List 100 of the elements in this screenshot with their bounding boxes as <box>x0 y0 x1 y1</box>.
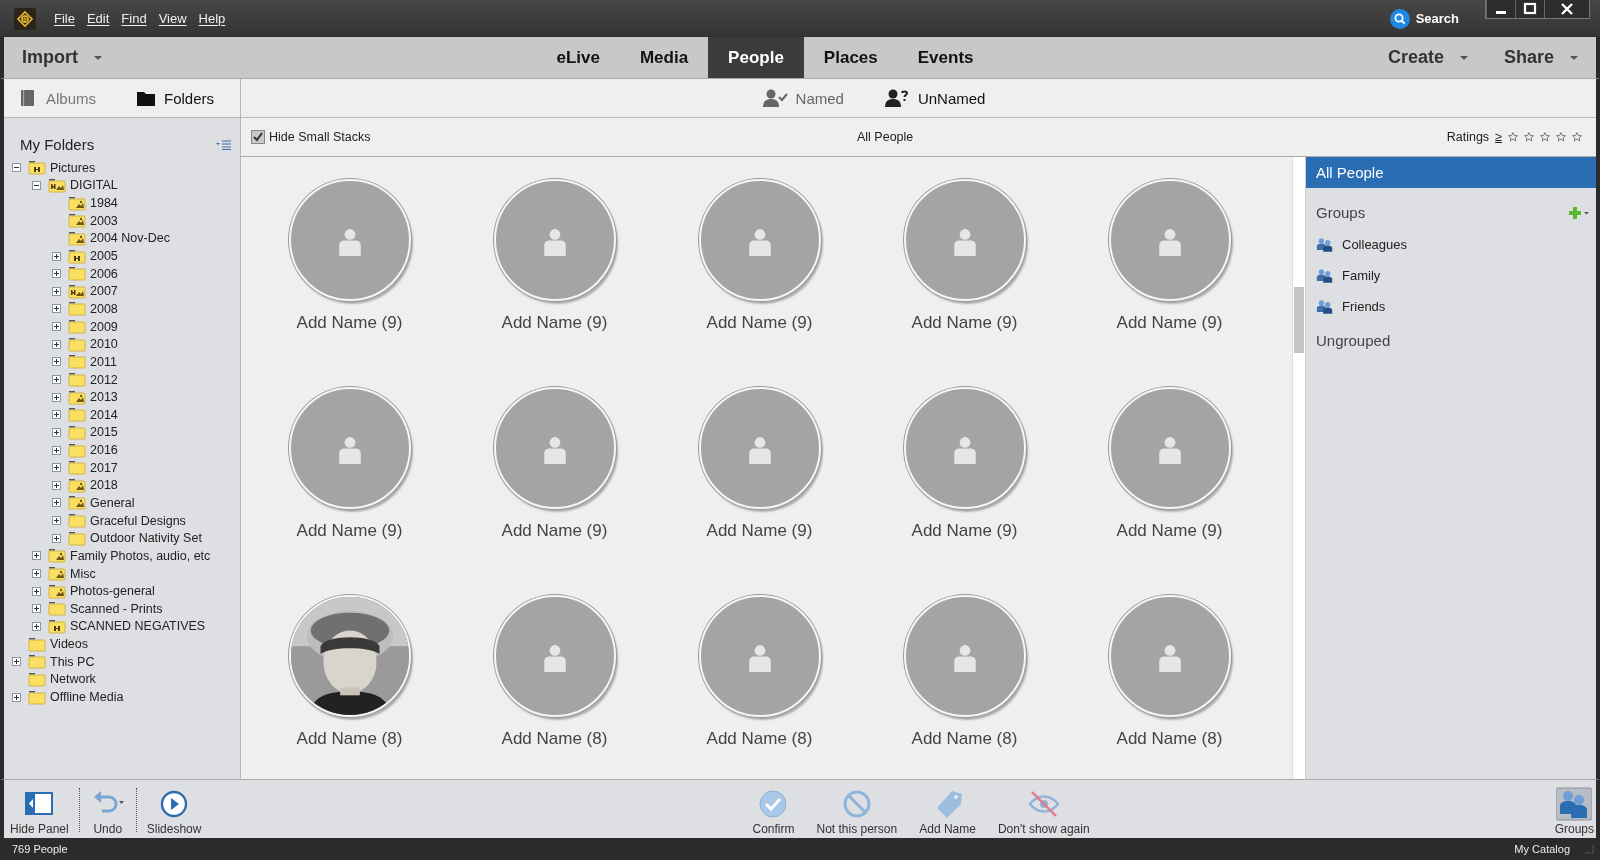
expand-icon[interactable] <box>32 586 41 596</box>
folder-item[interactable]: SCANNED NEGATIVES <box>70 619 206 634</box>
share-button[interactable]: Share <box>1485 47 1596 68</box>
expand-icon[interactable] <box>52 322 61 332</box>
nav-tab[interactable]: Media <box>619 37 709 78</box>
menu-item[interactable]: Help <box>198 11 226 26</box>
face-label[interactable]: Add Name (9) <box>706 521 813 541</box>
view-tab[interactable]: UnNamed <box>883 88 986 108</box>
expand-icon[interactable] <box>32 604 41 614</box>
folder-item[interactable]: 2016 <box>90 443 118 458</box>
menu-item[interactable]: View <box>158 11 187 26</box>
expand-icon[interactable] <box>52 516 61 526</box>
folder-item[interactable]: 2013 <box>90 390 118 405</box>
expand-icon[interactable] <box>52 339 61 349</box>
folder-item[interactable]: Network <box>50 672 96 687</box>
folder-item[interactable]: Family Photos, audio, etc <box>70 548 211 563</box>
face-label[interactable]: Add Name (8) <box>501 729 608 749</box>
face-label[interactable]: Add Name (8) <box>1116 729 1223 749</box>
expand-icon[interactable] <box>32 551 41 561</box>
expand-icon[interactable] <box>12 692 21 702</box>
catalog-name[interactable]: My Catalog <box>1514 843 1570 855</box>
expand-icon[interactable] <box>52 286 61 296</box>
folder-item[interactable]: 2015 <box>90 425 118 440</box>
toolbar-button[interactable]: Don't show again <box>991 789 1096 836</box>
folder-item[interactable]: Pictures <box>50 160 96 175</box>
folder-item[interactable]: 2012 <box>90 372 118 387</box>
folder-item[interactable]: Scanned - Prints <box>70 601 163 616</box>
operator-symbol[interactable]: ≥ <box>1495 130 1502 144</box>
face-label[interactable]: Add Name (9) <box>501 313 608 333</box>
face-label[interactable]: Add Name (8) <box>706 729 813 749</box>
all-people-item[interactable]: All People <box>1306 157 1596 188</box>
folder-item[interactable]: 2010 <box>90 337 118 352</box>
expand-icon[interactable] <box>52 463 61 473</box>
empty-star-icon[interactable] <box>1572 132 1582 142</box>
folder-item[interactable]: Photos-general <box>70 584 155 599</box>
face-label[interactable]: Add Name (9) <box>911 521 1018 541</box>
folder-item[interactable]: 2007 <box>90 284 118 299</box>
menu-item[interactable]: Find <box>121 11 147 26</box>
folder-item[interactable]: Offline Media <box>50 690 124 705</box>
expand-icon[interactable] <box>52 269 61 279</box>
empty-star-icon[interactable] <box>1540 132 1550 142</box>
folder-item[interactable]: This PC <box>50 654 95 669</box>
nav-tab[interactable]: People <box>708 37 804 78</box>
toolbar-button[interactable]: Not this person <box>810 789 904 836</box>
empty-star-icon[interactable] <box>1508 132 1518 142</box>
toolbar-button[interactable]: Hide Panel <box>4 789 75 836</box>
nav-tab[interactable]: eLive <box>536 37 620 78</box>
menu-item[interactable]: File <box>54 11 75 26</box>
face-label[interactable]: Add Name (9) <box>1116 313 1223 333</box>
toolbar-button[interactable]: Undo <box>83 789 132 836</box>
folder-item[interactable]: Videos <box>50 637 88 652</box>
folder-item[interactable]: 2018 <box>90 478 118 493</box>
toolbar-button[interactable]: Confirm <box>746 789 801 836</box>
menu-item[interactable]: Edit <box>86 11 110 26</box>
panel-tab[interactable]: Albums <box>18 89 122 107</box>
group-item[interactable]: Family <box>1306 260 1596 291</box>
import-button[interactable]: Import <box>4 47 120 68</box>
expand-icon[interactable] <box>52 498 61 508</box>
group-item[interactable]: Friends <box>1306 291 1596 322</box>
face-label[interactable]: Add Name (8) <box>296 729 403 749</box>
list-menu-icon[interactable] <box>216 139 232 150</box>
expand-icon[interactable] <box>52 375 61 384</box>
expand-icon[interactable] <box>32 621 41 631</box>
folder-item[interactable]: 2003 <box>90 213 118 228</box>
checkbox[interactable] <box>251 130 265 144</box>
rating-stars[interactable] <box>1508 132 1582 142</box>
folder-item[interactable]: 2014 <box>90 407 118 422</box>
expand-icon[interactable] <box>52 410 61 420</box>
view-tab[interactable]: Named <box>761 88 844 108</box>
ungrouped-item[interactable]: Ungrouped <box>1306 324 1596 356</box>
nav-tab[interactable]: Places <box>803 37 898 78</box>
face-label[interactable]: Add Name (9) <box>296 521 403 541</box>
expand-icon[interactable] <box>52 392 61 402</box>
collapse-icon[interactable] <box>32 180 41 190</box>
folder-item[interactable]: 2011 <box>90 354 117 369</box>
group-item[interactable]: Colleagues <box>1306 229 1596 260</box>
scrollbar[interactable] <box>1292 157 1306 779</box>
collapse-icon[interactable] <box>12 163 21 173</box>
folder-item[interactable]: DIGITAL <box>70 178 118 193</box>
folder-item[interactable]: Graceful Designs <box>90 513 186 528</box>
folder-item[interactable]: 2004 Nov-Dec <box>90 231 170 246</box>
groups-button[interactable]: Groups <box>1554 787 1596 836</box>
expand-icon[interactable] <box>52 480 61 490</box>
folder-item[interactable]: Outdoor Nativity Set <box>90 531 202 546</box>
nav-tab[interactable]: Events <box>897 37 994 78</box>
expand-icon[interactable] <box>52 445 61 455</box>
expand-icon[interactable] <box>12 657 21 667</box>
expand-icon[interactable] <box>52 533 61 543</box>
expand-icon[interactable] <box>52 357 61 367</box>
folder-item[interactable]: General <box>90 496 135 510</box>
folder-item[interactable]: Misc <box>70 566 96 581</box>
empty-star-icon[interactable] <box>1556 132 1566 142</box>
face-label[interactable]: Add Name (9) <box>1116 521 1223 541</box>
checkbox-label[interactable]: Hide Small Stacks <box>269 130 371 144</box>
toolbar-button[interactable]: Add Name <box>913 789 982 836</box>
expand-icon[interactable] <box>52 251 61 261</box>
create-button[interactable]: Create <box>1369 47 1486 68</box>
face-label[interactable]: Add Name (9) <box>911 313 1018 333</box>
expand-icon[interactable] <box>52 304 61 314</box>
face-label[interactable]: Add Name (9) <box>501 521 608 541</box>
